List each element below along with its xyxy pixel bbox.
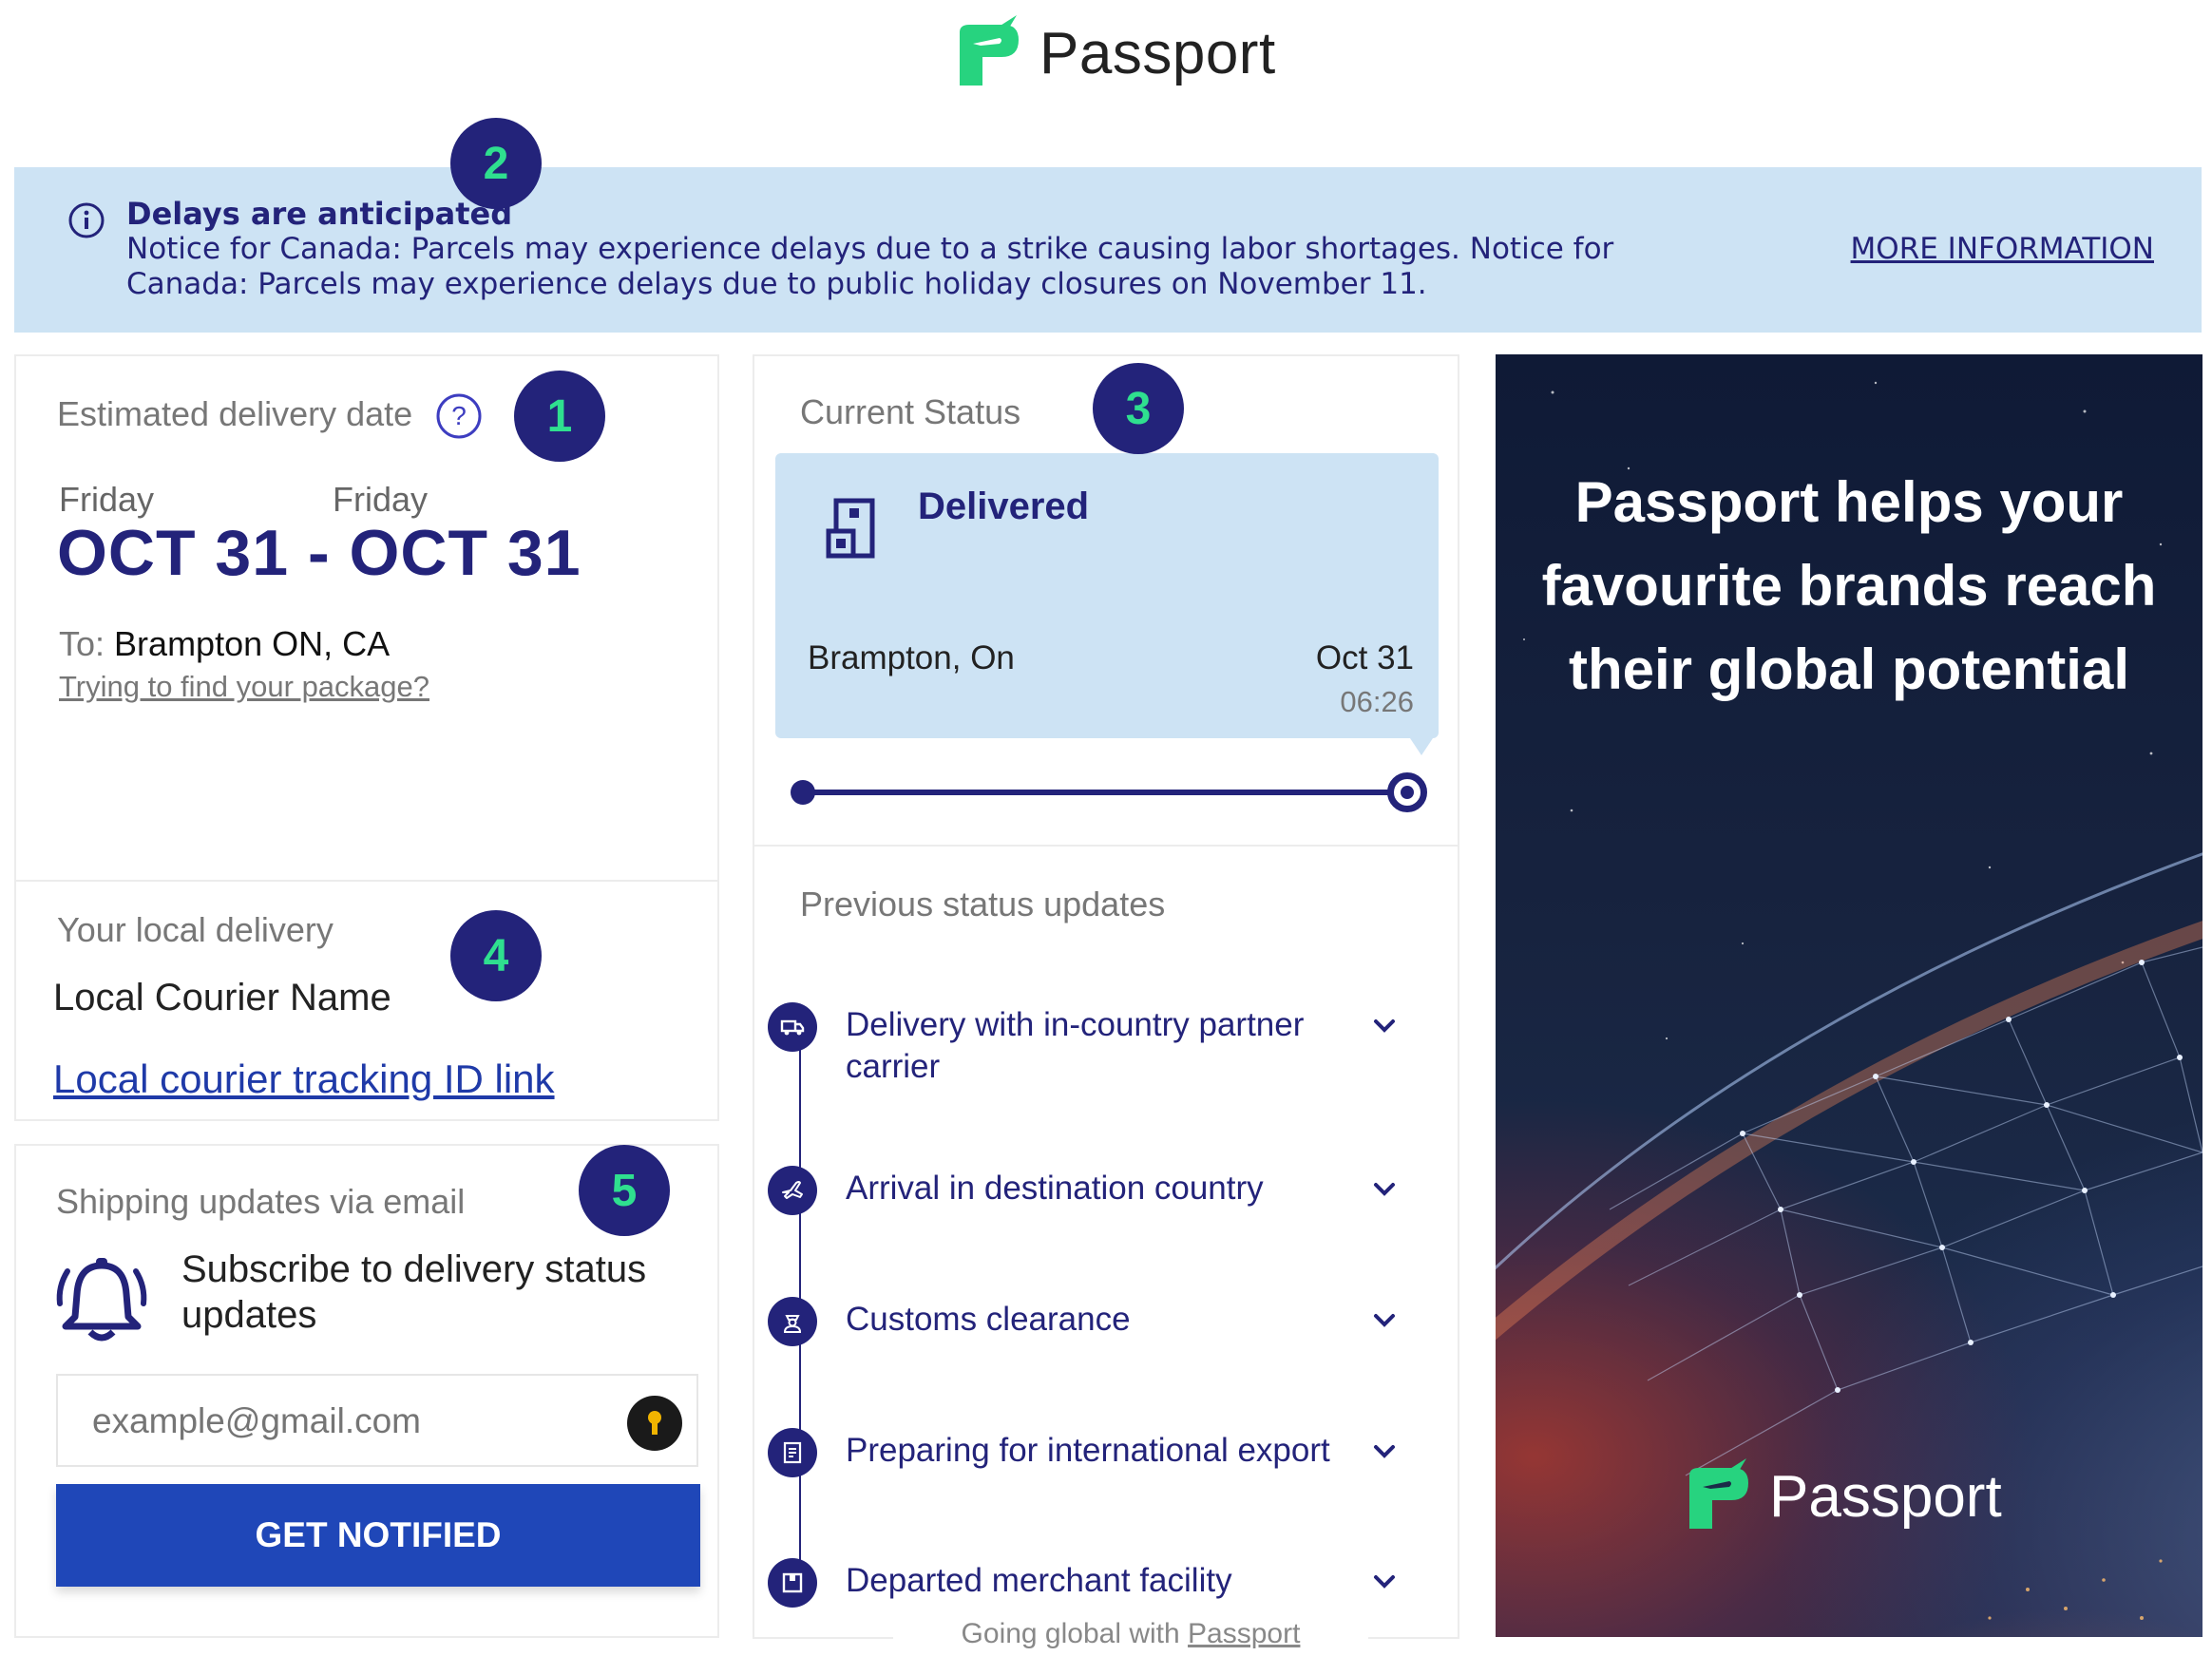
estimated-delivery-title: Estimated delivery date — [57, 394, 413, 433]
chevron-down-icon[interactable] — [1368, 1173, 1401, 1206]
chevron-down-icon[interactable] — [1368, 1566, 1401, 1598]
status-date: Oct 31 — [1315, 639, 1414, 676]
current-status-title: Current Status — [800, 392, 1021, 431]
ad-logo-wordmark: Passport — [1769, 1463, 2002, 1530]
document-icon — [768, 1428, 817, 1477]
email-field-wrapper — [56, 1374, 698, 1467]
header-logo[interactable]: Passport — [946, 13, 1276, 93]
plane-icon — [768, 1166, 817, 1215]
callout-badge-5: 5 — [579, 1145, 670, 1236]
current-status-label: Delivered — [918, 485, 1090, 527]
courier-tracking-link[interactable]: Local courier tracking ID link — [53, 1056, 555, 1102]
delivered-building-icon — [826, 498, 875, 559]
local-delivery-title: Your local delivery — [57, 910, 334, 949]
box-icon — [768, 1558, 817, 1608]
chevron-down-icon[interactable] — [1368, 1304, 1401, 1337]
email-updates-title: Shipping updates via email — [56, 1182, 466, 1221]
end-day: Friday — [333, 480, 429, 519]
notice-text: Notice for Canada: Parcels may experienc… — [126, 232, 1614, 301]
svg-text:?: ? — [451, 401, 467, 430]
truck-icon — [768, 1002, 817, 1052]
logo-wordmark: Passport — [1039, 20, 1276, 86]
destination-value: Brampton ON, CA — [114, 624, 391, 663]
previous-updates-title: Previous status updates — [800, 885, 1166, 923]
passport-logo-icon — [960, 15, 1019, 86]
delivery-progress-track — [800, 790, 1401, 795]
customs-officer-icon — [768, 1297, 817, 1346]
delivery-date-range: OCT 31 - OCT 31 — [57, 517, 582, 589]
footer-text: Going global with — [961, 1618, 1180, 1649]
email-input[interactable] — [92, 1395, 605, 1448]
status-column: Current Status Delivered Brampton, On Oc… — [753, 354, 1459, 1639]
status-time: 06:26 — [1340, 685, 1414, 718]
current-status-box: Delivered Brampton, On Oct 31 06:26 — [775, 453, 1439, 755]
timeline-item-label: Arrival in destination country — [846, 1170, 1264, 1207]
chevron-down-icon[interactable] — [1368, 1010, 1401, 1042]
help-question-icon[interactable]: ? — [435, 392, 483, 440]
start-day: Friday — [59, 480, 155, 519]
destination-label: To: — [59, 624, 105, 663]
ad-logo: Passport — [1676, 1456, 2002, 1536]
chevron-down-icon[interactable] — [1368, 1436, 1401, 1468]
callout-badge-1: 1 — [514, 371, 605, 462]
courier-name: Local Courier Name — [53, 977, 391, 1018]
timeline-item[interactable]: Arrival in destination country — [768, 1166, 1433, 1223]
bell-icon — [56, 1258, 147, 1342]
divider — [754, 845, 1458, 847]
info-icon — [68, 202, 105, 238]
footer-passport-link[interactable]: Passport — [1188, 1618, 1300, 1649]
status-location: Brampton, On — [808, 639, 1015, 676]
subscribe-text: Subscribe to delivery status updates — [181, 1248, 647, 1336]
timeline-item-label: Departed merchant facility — [846, 1562, 1232, 1599]
notice-banner: Delays are anticipated Notice for Canada… — [14, 167, 2202, 333]
get-notified-button[interactable]: GET NOTIFIED — [56, 1484, 700, 1587]
find-package-link[interactable]: Trying to find your package? — [59, 670, 429, 704]
destination: To: Brampton ON, CA — [59, 624, 390, 664]
promo-ad-panel[interactable]: Passport helps your favourite brands rea… — [1496, 354, 2202, 1637]
local-delivery-card: Your local delivery Local Courier Name L… — [14, 880, 719, 1121]
timeline-item[interactable]: Customs clearance — [768, 1297, 1433, 1354]
passport-logo-icon — [1689, 1458, 1748, 1529]
estimated-delivery-card: Estimated delivery date ? Friday Friday … — [14, 354, 719, 882]
more-information-link[interactable]: MORE INFORMATION — [1851, 232, 2154, 266]
progress-start-dot — [791, 780, 815, 805]
ad-headline: Passport helps your favourite brands rea… — [1541, 470, 2157, 701]
callout-badge-3: 3 — [1093, 363, 1184, 454]
callout-badge-4: 4 — [450, 910, 542, 1001]
timeline-item-label: Customs clearance — [846, 1301, 1131, 1338]
timeline-item[interactable]: Preparing for international export — [768, 1428, 1433, 1485]
timeline-item[interactable]: Delivery with in-country partner carrier — [768, 1002, 1433, 1107]
notice-title: Delays are anticipated — [126, 196, 513, 232]
footer: Going global with Passport — [893, 1615, 1368, 1656]
callout-badge-2: 2 — [450, 118, 542, 209]
timeline-item-label: Preparing for international export — [846, 1432, 1330, 1469]
timeline-item[interactable]: Departed merchant facility — [768, 1558, 1433, 1615]
password-manager-key-icon[interactable] — [626, 1395, 683, 1452]
timeline-item-label: Delivery with in-country partner carrier — [846, 1006, 1305, 1085]
progress-end-marker — [1387, 772, 1427, 812]
